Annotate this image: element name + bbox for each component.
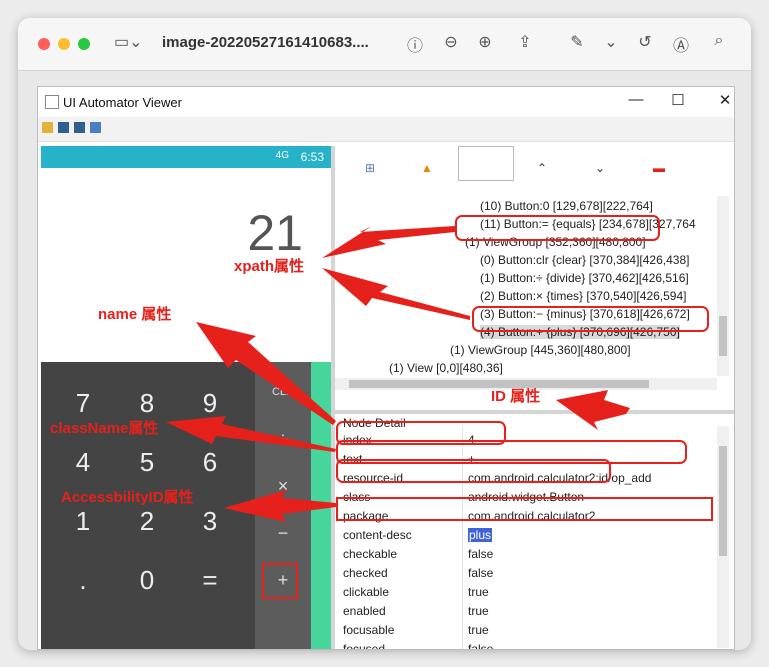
info-icon[interactable]: ⓘ bbox=[404, 32, 426, 56]
detail-key: focused bbox=[343, 642, 386, 650]
key-6[interactable]: 6 bbox=[185, 447, 235, 478]
detail-scrollbar[interactable] bbox=[717, 426, 729, 648]
detail-value: true bbox=[468, 604, 489, 618]
operator-column: CLR ÷ × − + bbox=[255, 362, 311, 649]
detail-value-selected[interactable]: plus bbox=[468, 528, 493, 542]
chevron-down-icon[interactable]: ⌄ bbox=[590, 161, 610, 175]
name-label: name 属性 bbox=[98, 306, 172, 323]
detail-value: true bbox=[468, 585, 489, 599]
detail-value: false bbox=[468, 642, 494, 650]
annotation-box-class bbox=[336, 459, 611, 483]
detail-row[interactable]: focused false bbox=[335, 640, 715, 650]
rotate-icon[interactable]: ↺ bbox=[634, 32, 656, 52]
chevron-up-icon[interactable]: ⌃ bbox=[532, 161, 552, 175]
detail-row[interactable]: content-desc plus bbox=[335, 526, 715, 545]
zoom-in-icon[interactable]: ⊕ bbox=[474, 32, 496, 52]
sidebar-icon[interactable]: ▭⌄ bbox=[114, 32, 143, 52]
key-9[interactable]: 9 bbox=[185, 388, 235, 419]
tree-node[interactable]: (2) Button:× {times} [370,540][426,594] bbox=[480, 289, 686, 303]
save-icon[interactable] bbox=[90, 122, 101, 133]
xpath-label: xpath属性 bbox=[234, 258, 305, 275]
zoom-light[interactable] bbox=[78, 38, 90, 50]
window-title: UI Automator Viewer bbox=[63, 95, 182, 110]
id-label: ID 属性 bbox=[491, 388, 541, 405]
detail-value: false bbox=[468, 566, 494, 580]
scroll-thumb[interactable] bbox=[719, 446, 727, 556]
close-light[interactable] bbox=[38, 38, 50, 50]
minimize-light[interactable] bbox=[58, 38, 70, 50]
detail-key: clickable bbox=[343, 585, 390, 599]
tree-toolbar: ⊞ ▲ ⌃ ⌄ ▬ bbox=[335, 146, 734, 196]
detail-key: content-desc bbox=[343, 528, 412, 542]
signal-icon: 4G bbox=[275, 150, 289, 161]
op-times[interactable]: × bbox=[255, 476, 311, 497]
key-5[interactable]: 5 bbox=[122, 447, 172, 478]
annotate-icon[interactable]: Ⓐ bbox=[670, 32, 692, 56]
expand-all-icon[interactable]: ⊞ bbox=[360, 161, 380, 175]
annotation-box-content-desc bbox=[336, 497, 713, 521]
key-7[interactable]: 7 bbox=[58, 388, 108, 419]
detail-value: false bbox=[468, 547, 494, 561]
key-1[interactable]: 1 bbox=[58, 506, 108, 537]
share-icon[interactable]: ⇪ bbox=[514, 32, 536, 52]
device-screenshot-compressed-icon[interactable] bbox=[74, 122, 85, 133]
advanced-panel-edge[interactable] bbox=[311, 362, 331, 649]
window-titlebar: UI Automator Viewer — ☐ ✕ bbox=[38, 87, 734, 117]
annotation-box-plus-node bbox=[472, 306, 709, 332]
key-equals[interactable]: = bbox=[185, 565, 235, 596]
tree-node[interactable]: (0) Button:clr {clear} [370,384][426,438… bbox=[480, 253, 689, 267]
op-clear[interactable]: CLR bbox=[255, 386, 311, 398]
maximize-button[interactable]: ☐ bbox=[663, 91, 693, 109]
detail-value: true bbox=[468, 623, 489, 637]
document-title: image-20220527161410683.... bbox=[162, 34, 369, 51]
status-bar: 4G 6:53 bbox=[41, 146, 331, 168]
key-3[interactable]: 3 bbox=[185, 506, 235, 537]
preview-window: ▭⌄ image-20220527161410683.... ⓘ ⊖ ⊕ ⇪ ✎… bbox=[18, 18, 751, 650]
status-time: 6:53 bbox=[300, 150, 324, 164]
search-icon[interactable]: ⌕ bbox=[708, 32, 730, 50]
tree-node[interactable]: (1) Button:÷ {divide} [370,462][426,516] bbox=[480, 271, 689, 285]
zoom-out-icon[interactable]: ⊖ bbox=[440, 32, 462, 52]
markup-icon[interactable]: ✎ bbox=[566, 32, 588, 52]
op-divide[interactable]: ÷ bbox=[255, 429, 311, 450]
detail-row[interactable]: clickable true bbox=[335, 583, 715, 602]
key-decimal[interactable]: . bbox=[58, 565, 108, 596]
device-screenshot-icon[interactable] bbox=[58, 122, 69, 133]
key-4[interactable]: 4 bbox=[58, 447, 108, 478]
open-folder-icon[interactable] bbox=[42, 122, 53, 133]
detail-key: checked bbox=[343, 566, 388, 580]
detail-key: checkable bbox=[343, 547, 398, 561]
detail-key: focusable bbox=[343, 623, 395, 637]
close-button[interactable]: ✕ bbox=[710, 91, 734, 109]
tree-node[interactable]: (1) ViewGroup [445,360][480,800] bbox=[450, 343, 631, 357]
detail-row[interactable]: checked false bbox=[335, 564, 715, 583]
detail-row[interactable]: checkable false bbox=[335, 545, 715, 564]
minimize-button[interactable]: — bbox=[621, 91, 651, 108]
preview-titlebar: ▭⌄ image-20220527161410683.... ⓘ ⊖ ⊕ ⇪ ✎… bbox=[18, 18, 751, 71]
classname-label: className属性 bbox=[50, 420, 159, 437]
tree-vertical-scrollbar[interactable] bbox=[717, 196, 729, 376]
collapse-icon[interactable]: ▬ bbox=[649, 161, 669, 175]
tree-node[interactable]: (10) Button:0 [129,678][222,764] bbox=[480, 199, 653, 213]
op-minus[interactable]: − bbox=[255, 523, 311, 544]
accessibility-id-label: AccessbilityID属性 bbox=[61, 489, 194, 506]
key-2[interactable]: 2 bbox=[122, 506, 172, 537]
warning-icon[interactable]: ▲ bbox=[417, 161, 437, 175]
key-8[interactable]: 8 bbox=[122, 388, 172, 419]
detail-key: enabled bbox=[343, 604, 386, 618]
detail-row[interactable]: focusable true bbox=[335, 621, 715, 640]
annotation-box-viewgroup bbox=[455, 215, 660, 241]
tree-node[interactable]: (1) View [0,0][480,36] bbox=[389, 361, 503, 375]
detail-row[interactable]: enabled true bbox=[335, 602, 715, 621]
chevron-down-icon[interactable]: ⌄ bbox=[600, 32, 622, 52]
window-toolbar bbox=[38, 117, 734, 142]
key-0[interactable]: 0 bbox=[122, 565, 172, 596]
app-icon bbox=[45, 95, 59, 109]
filter-input[interactable] bbox=[458, 146, 514, 181]
uiautomator-window: UI Automator Viewer — ☐ ✕ 4G 6:53 21 7 8… bbox=[37, 86, 735, 650]
calculator-display: 21 bbox=[247, 205, 303, 261]
scroll-thumb[interactable] bbox=[719, 316, 727, 356]
annotation-box-plus-key bbox=[262, 563, 298, 599]
